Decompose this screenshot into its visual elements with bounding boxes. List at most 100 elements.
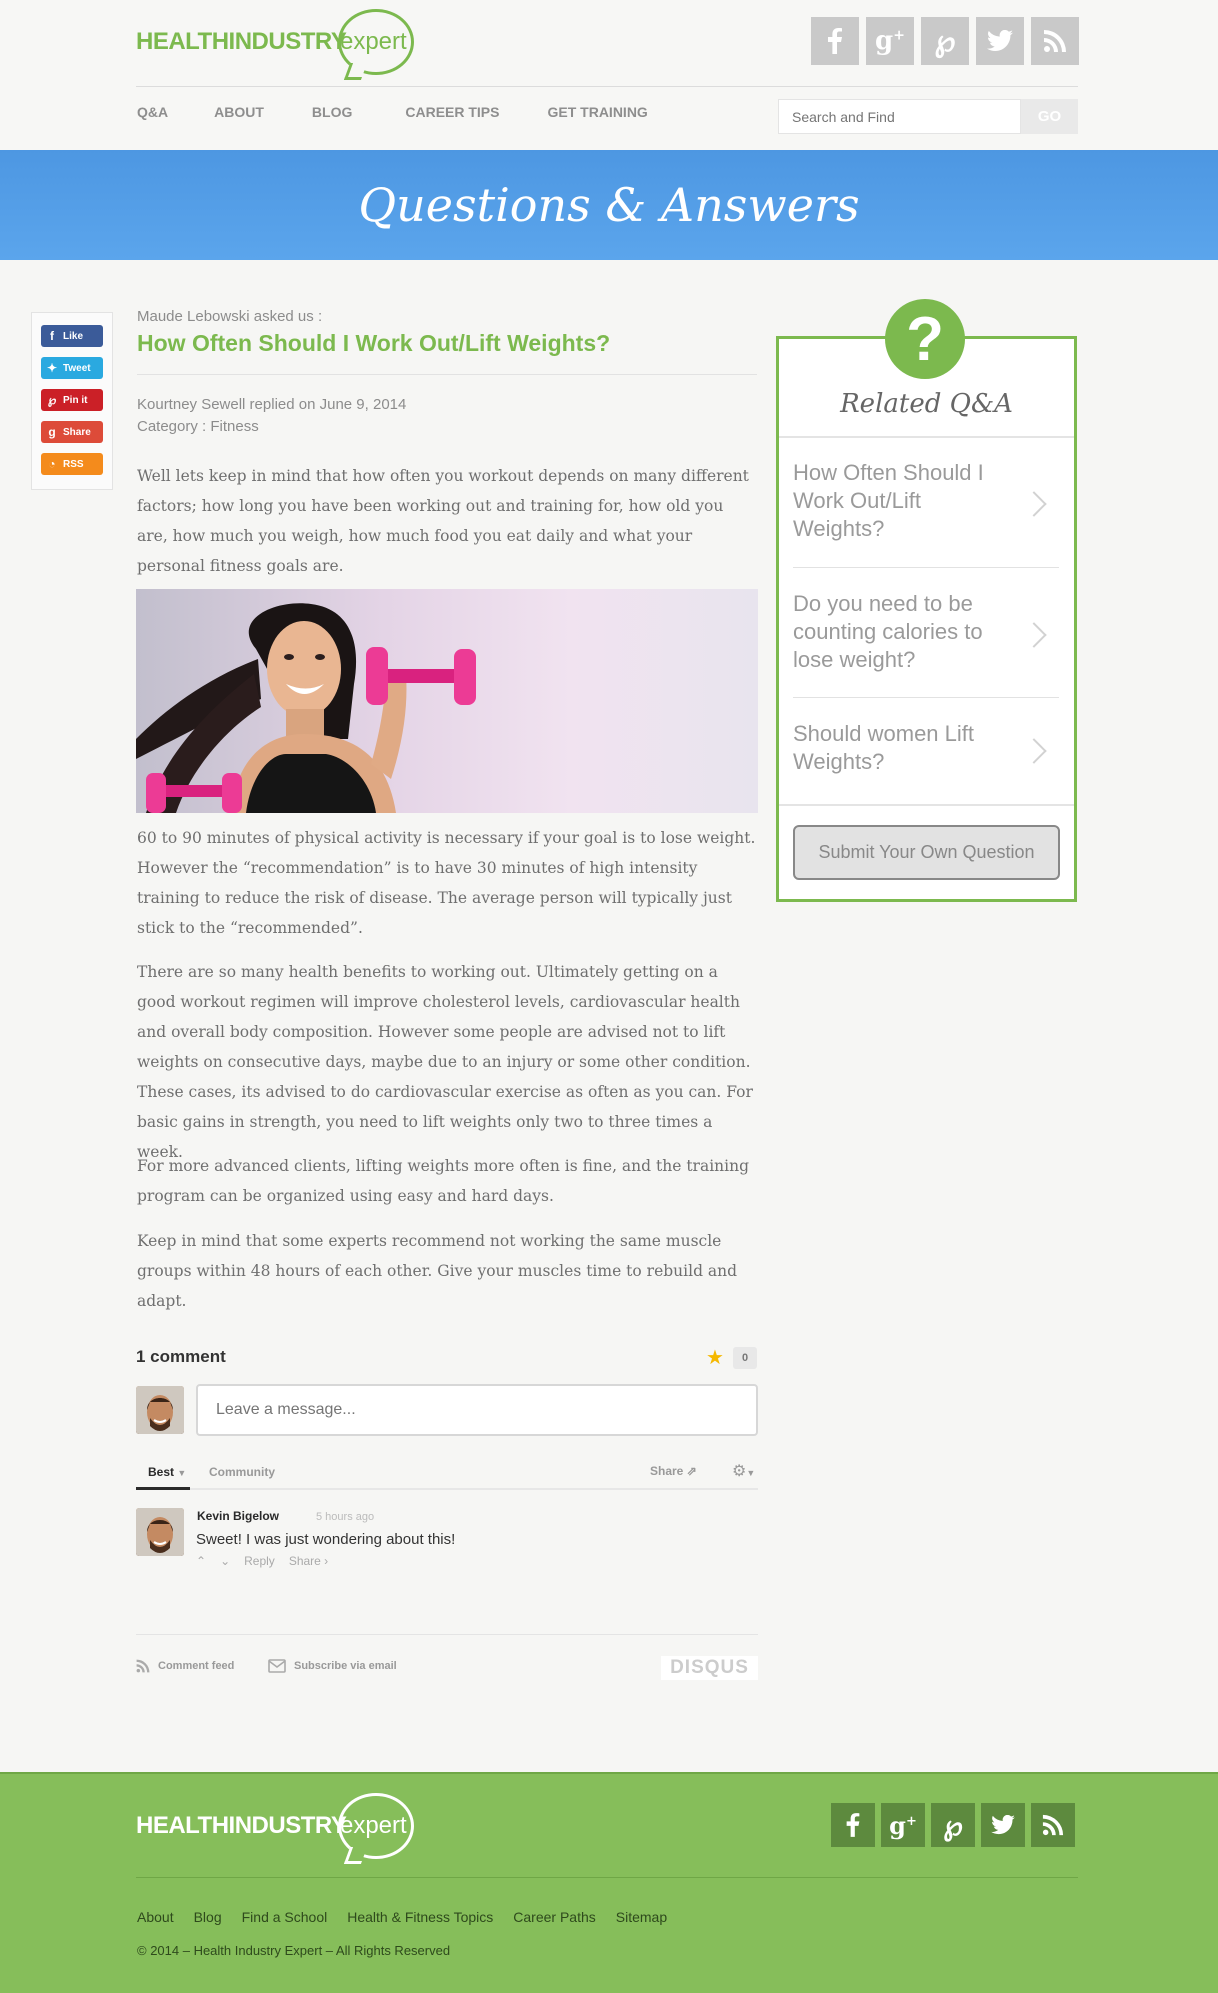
google-plus-icon: g xyxy=(48,425,56,439)
replied-by: Kourtney Sewell replied on June 9, 2014 xyxy=(137,396,407,413)
google-plus-icon[interactable]: g+ xyxy=(866,17,914,65)
share-label: Pin it xyxy=(63,394,88,406)
footer-divider xyxy=(136,1877,1078,1878)
share-twitter-button[interactable]: ✦ Tweet xyxy=(41,357,103,379)
logo-script-text: expert xyxy=(339,1812,407,1839)
related-title: Related Q&A xyxy=(840,389,1013,419)
title-divider xyxy=(137,374,757,375)
share-rss-button[interactable]: ◔ RSS xyxy=(41,453,103,475)
disqus-logo[interactable]: DISQUS xyxy=(661,1656,758,1680)
footer-logo[interactable]: HEALTHINDUSTRY expert xyxy=(136,1790,415,1862)
article-paragraph: Well lets keep in mind that how often yo… xyxy=(137,467,749,575)
nav-item-qa[interactable]: Q&A xyxy=(137,104,168,120)
logo-wordmark: HEALTHINDUSTRY xyxy=(136,1812,347,1839)
footer-nav: About Blog Find a School Health & Fitnes… xyxy=(137,1909,667,1925)
comment-actions: ⌃ ⌄ Reply Share › xyxy=(196,1554,328,1568)
footer-top-border xyxy=(0,1772,1218,1774)
search-button[interactable]: GO xyxy=(1021,99,1078,134)
footer-social-links: g+ ℘ xyxy=(831,1803,1075,1847)
search-input[interactable] xyxy=(778,99,1021,134)
share-pinterest-button[interactable]: ℘ Pin it xyxy=(41,389,103,411)
site-header: HEALTHINDUSTRY expert g+ ℘ Q&A ABOUT BLO… xyxy=(0,0,1218,150)
user-face-illustration xyxy=(136,1386,184,1434)
site-logo[interactable]: HEALTHINDUSTRY expert xyxy=(136,6,415,78)
twitter-icon[interactable] xyxy=(976,17,1024,65)
chevron-right-icon[interactable] xyxy=(1021,738,1047,764)
share-thread-label: Share xyxy=(650,1464,684,1478)
gear-icon[interactable]: ⚙▼ xyxy=(732,1461,755,1481)
logo-script-text: expert xyxy=(339,28,407,55)
tab-best[interactable]: Best ▼ xyxy=(148,1465,186,1479)
google-plus-icon[interactable]: g+ xyxy=(881,1803,925,1847)
pinterest-icon[interactable]: ℘ xyxy=(921,17,969,65)
share-label: Tweet xyxy=(63,362,91,374)
article-paragraph: 60 to 90 minutes of physical activity is… xyxy=(137,829,756,937)
reply-link[interactable]: Reply xyxy=(244,1554,275,1568)
footer-link-blog[interactable]: Blog xyxy=(194,1909,222,1925)
facebook-icon: f xyxy=(50,329,54,343)
related-item-1[interactable]: How Often Should I Work Out/Lift Weights… xyxy=(793,459,1003,543)
site-footer: HEALTHINDUSTRY expert g+ ℘ About Blog Fi… xyxy=(0,1772,1218,1993)
tab-community[interactable]: Community xyxy=(209,1465,275,1479)
active-tab-indicator xyxy=(136,1487,190,1490)
footer-link-sitemap[interactable]: Sitemap xyxy=(616,1909,667,1925)
footer-link-find-school[interactable]: Find a School xyxy=(242,1909,328,1925)
upvote-icon[interactable]: ⌃ xyxy=(196,1554,206,1568)
related-separator xyxy=(793,697,1059,698)
star-icon[interactable]: ★ xyxy=(706,1345,724,1370)
envelope-icon xyxy=(268,1659,286,1673)
copyright: © 2014 – Health Industry Expert – All Ri… xyxy=(137,1943,451,1958)
article-paragraph: Keep in mind that some experts recommend… xyxy=(137,1232,738,1310)
subscribe-email-link[interactable]: Subscribe via email xyxy=(268,1659,397,1673)
share-google-plus-button[interactable]: g Share xyxy=(41,421,103,443)
comments-footer-divider xyxy=(136,1634,758,1635)
facebook-icon[interactable] xyxy=(811,17,859,65)
subscribe-label: Subscribe via email xyxy=(294,1660,397,1672)
rss-icon[interactable] xyxy=(1031,17,1079,65)
rss-icon[interactable] xyxy=(1031,1803,1075,1847)
comment-feed-link[interactable]: Comment feed xyxy=(136,1659,234,1673)
avatar xyxy=(136,1508,184,1556)
comment-author[interactable]: Kevin Bigelow xyxy=(197,1509,279,1523)
footer-link-career-paths[interactable]: Career Paths xyxy=(513,1909,595,1925)
user-face-illustration xyxy=(136,1508,184,1556)
chevron-right-icon[interactable] xyxy=(1021,491,1047,517)
main-nav: Q&A ABOUT BLOG CAREER TIPS GET TRAINING xyxy=(137,104,648,120)
pinterest-icon: ℘ xyxy=(47,393,57,407)
comment-text: Sweet! I was just wondering about this! xyxy=(196,1531,456,1548)
twitter-icon[interactable] xyxy=(981,1803,1025,1847)
category-label: Category : Fitness xyxy=(137,418,259,435)
nav-item-blog[interactable]: BLOG xyxy=(312,104,352,120)
page-title: Questions & Answers xyxy=(358,178,860,232)
related-qa-panel: Related Q&A How Often Should I Work Out/… xyxy=(776,336,1077,902)
facebook-icon[interactable] xyxy=(831,1803,875,1847)
downvote-icon[interactable]: ⌄ xyxy=(220,1554,230,1568)
article-paragraph: For more advanced clients, lifting weigh… xyxy=(137,1157,750,1205)
related-item-3[interactable]: Should women Lift Weights? xyxy=(793,720,1003,776)
nav-item-about[interactable]: ABOUT xyxy=(214,104,264,120)
pinterest-icon[interactable]: ℘ xyxy=(931,1803,975,1847)
logo-speech-bubble: expert xyxy=(338,1793,415,1859)
share-sidebar: f Like ✦ Tweet ℘ Pin it g Share ◔ RSS xyxy=(31,312,113,490)
share-arrow-icon: ⇗ xyxy=(686,1464,697,1478)
footer-link-topics[interactable]: Health & Fitness Topics xyxy=(347,1909,493,1925)
header-social-links: g+ ℘ xyxy=(811,17,1079,65)
footer-link-about[interactable]: About xyxy=(137,1909,174,1925)
logo-speech-bubble: expert xyxy=(338,9,415,75)
comment-input[interactable] xyxy=(196,1384,758,1436)
related-divider xyxy=(779,804,1074,806)
comment-timestamp[interactable]: 5 hours ago xyxy=(316,1511,374,1523)
related-item-2[interactable]: Do you need to be counting calories to l… xyxy=(793,590,1003,674)
rss-icon xyxy=(136,1659,150,1673)
nav-item-get-training[interactable]: GET TRAINING xyxy=(547,104,647,120)
star-count-badge: 0 xyxy=(733,1347,757,1369)
share-thread-button[interactable]: Share ⇗ xyxy=(650,1464,697,1478)
share-facebook-button[interactable]: f Like xyxy=(41,325,103,347)
article-paragraph: There are so many health benefits to wor… xyxy=(137,963,753,1161)
twitter-icon: ✦ xyxy=(47,361,58,375)
nav-item-career-tips[interactable]: CAREER TIPS xyxy=(405,104,499,120)
submit-question-button[interactable]: Submit Your Own Question xyxy=(793,825,1060,880)
related-divider xyxy=(779,436,1074,438)
comment-share-link[interactable]: Share › xyxy=(289,1554,328,1568)
chevron-right-icon[interactable] xyxy=(1021,622,1047,648)
